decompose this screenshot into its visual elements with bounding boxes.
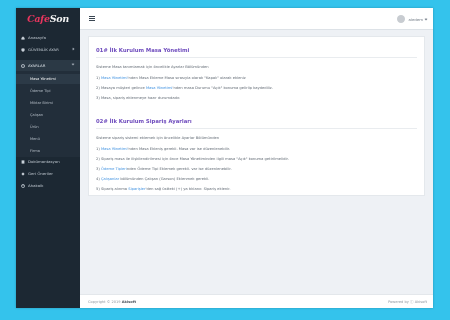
chevron-icon (71, 47, 75, 51)
sidebar-item-label: GÜVENLİK AYAR (28, 47, 59, 52)
section1-step1: 1) Masa Yönetimi'nden Masa Ekleme Masa s… (96, 76, 246, 80)
submenu-item-unit[interactable]: Miktar Birimi (16, 98, 80, 108)
divider (96, 57, 417, 58)
section1-intro: Sisteme Masa tanımlamak için öncelikle A… (96, 65, 209, 69)
sidebar-item-label: Ahakalk (28, 183, 44, 188)
topbar: aledem (80, 8, 433, 30)
logo[interactable]: CafeSon (16, 8, 80, 30)
section1-step2: 2) Masaya müşteri gelince Masa Yönetimi'… (96, 86, 273, 90)
book-icon (21, 159, 25, 164)
sidebar-item-label: Anasayfa (28, 35, 46, 40)
table-management-link[interactable]: Masa Yönetimi (146, 86, 173, 90)
table-management-link[interactable]: Masa Yönetimi (101, 147, 128, 151)
submenu-item-employee[interactable]: Çalışan (16, 110, 80, 120)
divider (96, 128, 417, 129)
help-card: 01# İlk Kurulum Masa Yönetimi Sisteme Ma… (88, 36, 425, 196)
section1-step3: 3) Masa, sipariş eklenmeye hazır durumda… (96, 96, 181, 100)
section2-intro: Sisteme sipariş sistemi eklemek için önc… (96, 136, 220, 140)
section1-title: 01# İlk Kurulum Masa Yönetimi (96, 48, 190, 54)
feedback-icon (21, 171, 25, 176)
section2-step4: 4) Çalışanlar bölümünden Çalışan (Garson… (96, 177, 210, 181)
payment-types-link[interactable]: Ödeme Tipleri (101, 167, 127, 171)
sidebar-item-label: Geri Öneriler (28, 171, 54, 176)
settings-submenu: Masa Yönetimi Ödeme Tipi Miktar Birimi Ç… (16, 71, 80, 157)
shield-icon (21, 47, 25, 52)
sidebar-item-security[interactable]: GÜVENLİK AYAR (16, 44, 80, 55)
chevron-down-icon (71, 62, 75, 66)
home-icon (21, 35, 25, 40)
powered-by: Powered by ⓘ Akisoft (388, 300, 427, 304)
sidebar-item-docs[interactable]: Dokümantasyon (16, 156, 80, 167)
chevron-down-icon (424, 17, 428, 20)
footer: Copyright © 2019 Akisoft Powered by ⓘ Ak… (80, 294, 433, 308)
logout-icon (21, 183, 25, 188)
section2-step5: 5) Sipariş alınma Siparişler'den sağ üst… (96, 187, 231, 191)
menu-toggle-icon[interactable] (89, 16, 95, 21)
section2-step2: 2) Sipariş masa ile ilişkilendirilmesi i… (96, 157, 289, 161)
table-management-link[interactable]: Masa Yönetimi (101, 76, 128, 80)
submenu-item-company[interactable]: Firma (16, 146, 80, 156)
sidebar-item-label: AYARLAR (28, 63, 46, 68)
submenu-item-menu[interactable]: Menü (16, 134, 80, 144)
user-name: aledem (408, 16, 423, 22)
gear-icon (21, 63, 25, 68)
logo-text: CafeSon (27, 13, 69, 25)
submenu-item-payment-type[interactable]: Ödeme Tipi (16, 86, 80, 96)
app-window: CafeSon Anasayfa GÜVENLİK AYAR AYARLAR M… (16, 8, 433, 308)
submenu-item-table-management[interactable]: Masa Yönetimi (16, 74, 80, 84)
avatar (397, 15, 406, 23)
sidebar-item-home[interactable]: Anasayfa (16, 32, 80, 43)
user-menu[interactable]: aledem (397, 14, 428, 24)
copyright: Copyright © 2019 Akisoft (88, 300, 137, 304)
sidebar-item-logout[interactable]: Ahakalk (16, 180, 80, 191)
employees-link[interactable]: Çalışanlar (101, 177, 119, 181)
orders-link[interactable]: Siparişler (128, 187, 145, 191)
sidebar-item-settings[interactable]: AYARLAR (16, 60, 80, 71)
sidebar-item-label: Dokümantasyon (28, 159, 60, 164)
company-link[interactable]: Akisoft (122, 300, 136, 304)
submenu-item-product[interactable]: Ürün (16, 122, 80, 132)
section2-step1: 1) Masa Yönetimi'nden Masa Ekleniş gerek… (96, 147, 230, 151)
sidebar-item-feedback[interactable]: Geri Öneriler (16, 168, 80, 179)
section2-step3: 3) Ödeme Tiplerinden Ödeme Tipi Eklemek … (96, 167, 232, 171)
sidebar: CafeSon Anasayfa GÜVENLİK AYAR AYARLAR M… (16, 8, 80, 308)
section2-title: 02# İlk Kurulum Sipariş Ayarları (96, 119, 192, 125)
